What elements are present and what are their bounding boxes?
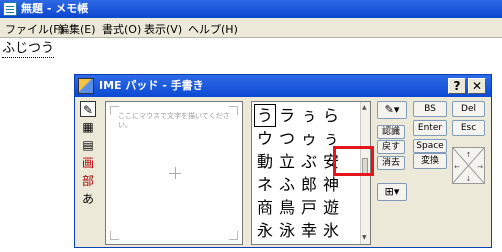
menu-view[interactable]: 表示(V) (144, 21, 182, 37)
candidate-char[interactable]: ゥ (298, 127, 320, 150)
notepad-title-bar[interactable]: 無題 - メモ帳 (0, 0, 502, 18)
svg-text:↓: ↓ (466, 175, 472, 183)
ime-pad-window: IME パッド - 手書き ? ✕ ✎ ▦ ▤ 画 部 あ ここにマウスで文字を… (74, 74, 492, 248)
candidate-char[interactable]: ふ (276, 173, 298, 196)
candidate-char[interactable]: ラ (276, 104, 298, 127)
candidate-char[interactable]: 立 (276, 150, 298, 173)
candidate-char[interactable]: う (254, 104, 276, 127)
ime-pad-title: IME パッド - 手書き (99, 79, 204, 92)
menu-edit[interactable]: 編集(E) (58, 21, 96, 37)
candidate-char[interactable]: 動 (254, 150, 276, 173)
candidate-char[interactable]: ぅ (298, 104, 320, 127)
clear-button[interactable]: 消去 (377, 156, 405, 170)
menu-help[interactable]: ヘルプ(H) (188, 21, 238, 37)
svg-text:←: ← (454, 163, 460, 171)
candidate-char[interactable]: つ (276, 127, 298, 150)
scroll-up-icon[interactable]: ▲ (362, 104, 368, 112)
notepad-icon (3, 2, 17, 16)
help-button[interactable]: ? (448, 78, 466, 94)
radical-icon[interactable]: 部 (80, 173, 96, 189)
pen-icon[interactable]: ✎ (80, 101, 96, 117)
candidate-char[interactable]: 泳 (276, 219, 298, 242)
corner-mark (229, 231, 238, 240)
menu-file[interactable]: ファイル(F) (5, 21, 64, 37)
backspace-button[interactable]: BS (413, 101, 447, 117)
document-text: ふじつう (2, 41, 55, 58)
candidate-char[interactable]: 幸 (298, 219, 320, 242)
candidate-char[interactable]: 戸 (298, 196, 320, 219)
grid-icon[interactable]: ▦ (80, 119, 96, 135)
candidate-char[interactable]: 遊 (320, 196, 342, 219)
view-mode-icon[interactable]: ⊞▾ (377, 183, 407, 201)
candidate-char[interactable]: 鳥 (276, 196, 298, 219)
escape-button[interactable]: Esc (452, 120, 485, 136)
canvas-hint: ここにマウスで文字を描いてください。 (118, 112, 230, 129)
candidate-char[interactable]: ぶ (298, 150, 320, 173)
corner-mark (110, 231, 119, 240)
svg-text:↑: ↑ (466, 151, 472, 159)
pen-mode-icon[interactable]: ✎▾ (377, 101, 407, 119)
keyboard-icon[interactable]: ▤ (80, 137, 96, 153)
menu-bar: ファイル(F) 編集(E) 書式(O) 表示(V) ヘルプ(H) (0, 18, 502, 38)
delete-button[interactable]: Del (452, 101, 485, 117)
handwriting-canvas[interactable]: ここにマウスで文字を描いてください。 (105, 101, 243, 245)
arrow-keypad[interactable]: ↑ ↓ ← → (452, 147, 485, 184)
center-cross (175, 167, 176, 179)
svg-text:→: → (477, 163, 483, 171)
recognize-button[interactable]: 認識 (377, 125, 405, 139)
corner-mark (229, 106, 238, 115)
candidate-char[interactable]: 永 (254, 219, 276, 242)
highlight-box (333, 146, 374, 176)
undo-button[interactable]: 戻す (377, 140, 405, 154)
convert-button[interactable]: 変換 (413, 153, 447, 169)
candidate-char[interactable]: 商 (254, 196, 276, 219)
candidate-char[interactable]: 氷 (320, 219, 342, 242)
ime-pad-title-bar[interactable]: IME パッド - 手書き ? ✕ (75, 75, 491, 97)
window-title: 無題 - メモ帳 (21, 2, 89, 15)
candidate-char[interactable]: ネ (254, 173, 276, 196)
candidate-char[interactable]: 神 (320, 173, 342, 196)
candidate-grid: う ラ ぅ ら ウ つ ゥ ぅ 動 立 ぶ 安 ネ ふ 郎 神 商 鳥 戸 遊 … (254, 104, 342, 242)
candidate-char[interactable]: 郎 (298, 173, 320, 196)
space-button[interactable]: Space (413, 139, 447, 153)
close-button[interactable]: ✕ (468, 78, 486, 94)
candidate-char[interactable]: ら (320, 104, 342, 127)
menu-format[interactable]: 書式(O) (102, 21, 141, 37)
candidate-char[interactable]: ウ (254, 127, 276, 150)
ime-pad-icon (78, 78, 94, 94)
square-icon[interactable]: 画 (80, 155, 96, 171)
enter-button[interactable]: Enter (413, 120, 447, 136)
arrow-keys-icon: ↑ ↓ ← → (452, 147, 485, 184)
circle-icon[interactable]: あ (80, 191, 96, 207)
scroll-down-icon[interactable]: ▼ (362, 234, 368, 242)
